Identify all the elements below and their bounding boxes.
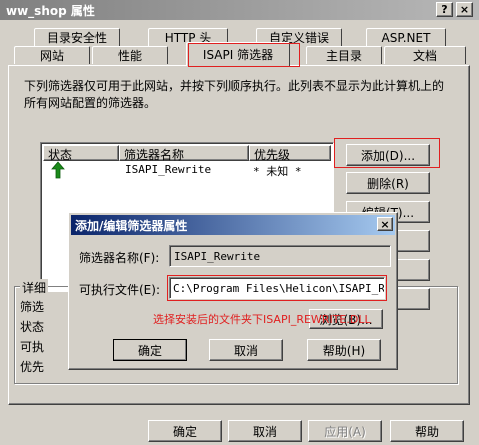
- tab-home-directory[interactable]: 主目录: [306, 46, 382, 64]
- filter-name-field[interactable]: ISAPI_Rewrite: [169, 245, 391, 267]
- tab-website[interactable]: 网站: [14, 46, 90, 64]
- close-button[interactable]: ×: [456, 2, 473, 17]
- filter-name-cell: ISAPI_Rewrite: [125, 163, 212, 176]
- close-icon: ×: [459, 3, 470, 16]
- tab-performance[interactable]: 性能: [92, 46, 168, 64]
- column-header-name[interactable]: 筛选器名称: [119, 145, 249, 162]
- executable-label: 可执行文件(E):: [79, 283, 160, 297]
- dialog-titlebar[interactable]: 添加/编辑筛选器属性 ×: [71, 215, 395, 235]
- apply-button[interactable]: 应用(A): [308, 420, 382, 442]
- executable-field[interactable]: C:\Program Files\Helicon\ISAPI_Rewr: [169, 277, 385, 299]
- green-up-arrow-icon: [51, 161, 65, 179]
- details-row-priority: 优先: [20, 360, 45, 374]
- tab-isapi-filters[interactable]: ISAPI 筛选器: [186, 42, 290, 66]
- tab-directory-security[interactable]: 目录安全性: [34, 28, 120, 46]
- dialog-title: 添加/编辑筛选器属性: [75, 219, 188, 233]
- close-icon: ×: [380, 217, 390, 231]
- window-title: ww_shop 属性: [6, 4, 95, 18]
- details-group-label: 详细: [20, 279, 49, 296]
- bottom-help-button[interactable]: 帮助: [390, 420, 464, 442]
- add-filter-button[interactable]: 添加(D)...: [346, 144, 430, 166]
- filter-properties-dialog: 添加/编辑筛选器属性 × 筛选器名称(F): ISAPI_Rewrite 可执行…: [68, 212, 398, 370]
- panel-description: 下列筛选器仅可用于此网站，并按下列顺序执行。此列表不显示为此计算机上的所有网站配…: [24, 79, 445, 110]
- filter-priority-cell: * 未知 *: [253, 165, 302, 178]
- details-row-filter: 筛选: [20, 300, 45, 314]
- details-row-status: 状态: [20, 320, 45, 334]
- dialog-cancel-button[interactable]: 取消: [209, 339, 283, 361]
- help-icon: ?: [441, 3, 448, 16]
- tab-documents[interactable]: 文档: [384, 46, 466, 64]
- tab-aspnet[interactable]: ASP.NET: [366, 28, 446, 46]
- details-row-executable: 可执: [20, 340, 45, 354]
- filter-name-label: 筛选器名称(F):: [79, 251, 160, 265]
- remove-filter-button[interactable]: 删除(R): [346, 172, 430, 194]
- table-row[interactable]: ISAPI_Rewrite * 未知 *: [43, 161, 331, 179]
- column-header-status[interactable]: 状态: [43, 145, 119, 162]
- annotation-text: 选择安装后的文件夹下ISAPI_REWRITE.DLL: [153, 313, 371, 326]
- column-header-priority[interactable]: 优先级: [249, 145, 331, 162]
- dialog-help-button[interactable]: 帮助(H): [307, 339, 381, 361]
- main-titlebar[interactable]: ww_shop 属性 ? ×: [0, 0, 479, 20]
- dialog-ok-button[interactable]: 确定: [113, 339, 187, 361]
- cancel-button[interactable]: 取消: [228, 420, 302, 442]
- dialog-close-button[interactable]: ×: [377, 217, 393, 231]
- ok-button[interactable]: 确定: [148, 420, 222, 442]
- help-button[interactable]: ?: [436, 2, 453, 17]
